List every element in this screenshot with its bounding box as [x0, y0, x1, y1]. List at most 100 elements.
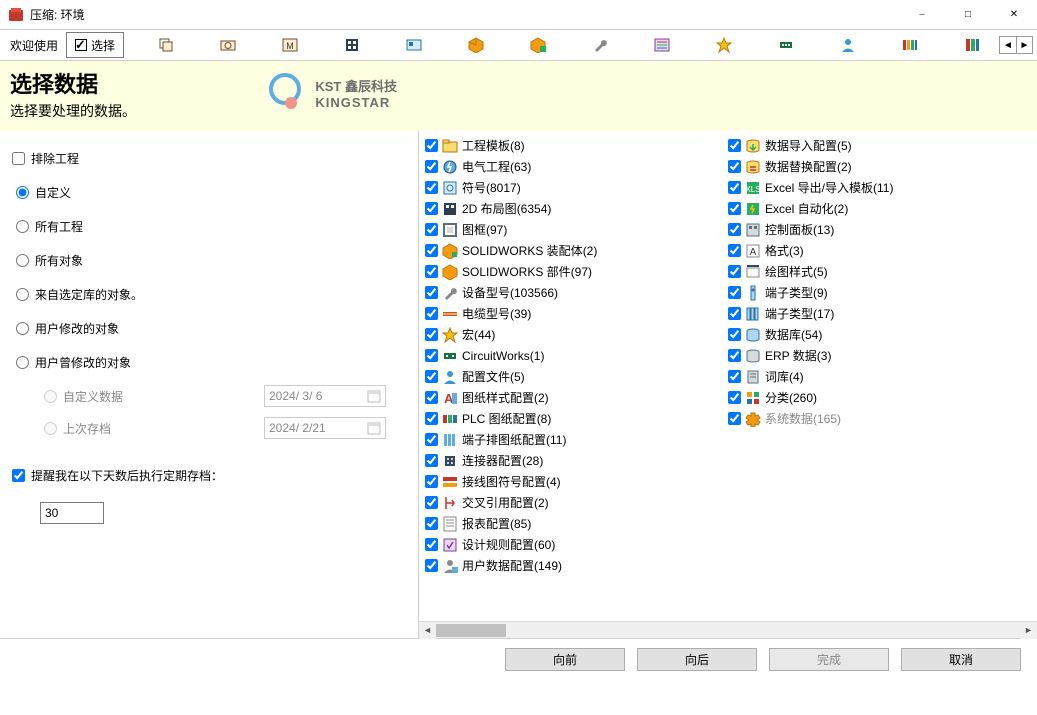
reminder-checkbox[interactable]: [12, 469, 25, 482]
tree-item[interactable]: 数据库 (54): [728, 324, 1031, 345]
scroll-right-icon[interactable]: ►: [1020, 622, 1037, 639]
toolbar-icon-list[interactable]: [642, 32, 682, 58]
tree-item-checkbox[interactable]: [728, 223, 741, 236]
tree-item[interactable]: 连接器配置 (28): [425, 450, 728, 471]
tree-item-checkbox[interactable]: [425, 223, 438, 236]
tree-item[interactable]: ERP 数据 (3): [728, 345, 1031, 366]
tree-item[interactable]: 数据导入配置 (5): [728, 135, 1031, 156]
exclude-project-checkbox[interactable]: [12, 152, 25, 165]
tree-item[interactable]: 系统数据 (165): [728, 408, 1031, 429]
toolbar-icon-box2[interactable]: [518, 32, 558, 58]
tree-item-checkbox[interactable]: [425, 496, 438, 509]
tree-item[interactable]: 图框 (97): [425, 219, 728, 240]
tree-item[interactable]: 电气工程 (63): [425, 156, 728, 177]
tree-item-checkbox[interactable]: [425, 265, 438, 278]
toolbar-icon-star[interactable]: [704, 32, 744, 58]
toolbar-icon-m[interactable]: M: [270, 32, 310, 58]
tree-item-checkbox[interactable]: [728, 412, 741, 425]
tree-item[interactable]: 交叉引用配置 (2): [425, 492, 728, 513]
tree-item[interactable]: 词库 (4): [728, 366, 1031, 387]
toolbar-icon-image[interactable]: [394, 32, 434, 58]
toolbar-icon-books[interactable]: [952, 32, 992, 58]
tab-select[interactable]: 选择: [66, 32, 124, 58]
tree-item-checkbox[interactable]: [728, 160, 741, 173]
maximize-button[interactable]: □: [945, 0, 991, 30]
tree-item[interactable]: 电缆型号 (39): [425, 303, 728, 324]
tree-item-checkbox[interactable]: [425, 559, 438, 572]
tree-item-checkbox[interactable]: [425, 454, 438, 467]
tree-item[interactable]: 宏 (44): [425, 324, 728, 345]
tree-item-checkbox[interactable]: [425, 412, 438, 425]
nav-next-icon[interactable]: ►: [1016, 37, 1032, 53]
toolbar-icon-user[interactable]: [828, 32, 868, 58]
tree-item[interactable]: A格式 (3): [728, 240, 1031, 261]
tree-item[interactable]: 数据替换配置 (2): [728, 156, 1031, 177]
tree-item[interactable]: 设备型号 (103566): [425, 282, 728, 303]
toolbar-icon-box1[interactable]: [456, 32, 496, 58]
tree-item[interactable]: 分类 (260): [728, 387, 1031, 408]
tree-item-checkbox[interactable]: [425, 349, 438, 362]
tree-item-checkbox[interactable]: [425, 307, 438, 320]
tree-item[interactable]: PLC 图纸配置 (8): [425, 408, 728, 429]
tree-item-checkbox[interactable]: [425, 370, 438, 383]
tree-item[interactable]: SOLIDWORKS 部件 (97): [425, 261, 728, 282]
tree-item-checkbox[interactable]: [728, 265, 741, 278]
prev-button[interactable]: 向前: [505, 648, 625, 671]
tree-item[interactable]: 配置文件 (5): [425, 366, 728, 387]
tree-item-checkbox[interactable]: [728, 328, 741, 341]
toolbar-icon-copy[interactable]: [146, 32, 186, 58]
finish-button[interactable]: 完成: [769, 648, 889, 671]
radio-from-selected-lib[interactable]: [16, 288, 29, 301]
tree-item-checkbox[interactable]: [728, 244, 741, 257]
tree-item-checkbox[interactable]: [425, 181, 438, 194]
tree-item[interactable]: 端子类型 (17): [728, 303, 1031, 324]
tab-welcome[interactable]: 欢迎使用: [4, 37, 64, 54]
radio-user-modified[interactable]: [16, 322, 29, 335]
tree-item[interactable]: 端子类型 (9): [728, 282, 1031, 303]
tree-item[interactable]: 控制面板 (13): [728, 219, 1031, 240]
radio-all-objects[interactable]: [16, 254, 29, 267]
tree-item-checkbox[interactable]: [728, 370, 741, 383]
tree-item-checkbox[interactable]: [425, 244, 438, 257]
tree-item[interactable]: 2D 布局图 (6354): [425, 198, 728, 219]
tree-item-checkbox[interactable]: [425, 202, 438, 215]
tree-item-checkbox[interactable]: [728, 202, 741, 215]
minimize-button[interactable]: –: [899, 0, 945, 30]
tree-item-checkbox[interactable]: [425, 517, 438, 530]
toolbar-icon-wrench[interactable]: [580, 32, 620, 58]
tree-item-checkbox[interactable]: [425, 286, 438, 299]
tree-item-checkbox[interactable]: [728, 139, 741, 152]
tree-item-checkbox[interactable]: [728, 349, 741, 362]
scroll-thumb[interactable]: [436, 624, 506, 637]
tree-item[interactable]: 工程模板 (8): [425, 135, 728, 156]
tree-item[interactable]: 绘图样式 (5): [728, 261, 1031, 282]
tree-item-checkbox[interactable]: [425, 160, 438, 173]
horizontal-scrollbar[interactable]: ◄ ►: [419, 621, 1037, 638]
tree-item[interactable]: SOLIDWORKS 装配体 (2): [425, 240, 728, 261]
radio-all-projects[interactable]: [16, 220, 29, 233]
cancel-button[interactable]: 取消: [901, 648, 1021, 671]
tree-item-checkbox[interactable]: [425, 139, 438, 152]
nav-prev-icon[interactable]: ◄: [1000, 37, 1016, 53]
tree-item-checkbox[interactable]: [728, 391, 741, 404]
tree-item-checkbox[interactable]: [425, 391, 438, 404]
tree-item-checkbox[interactable]: [728, 286, 741, 299]
scroll-left-icon[interactable]: ◄: [419, 622, 436, 639]
tree-item-checkbox[interactable]: [425, 433, 438, 446]
tree-item-checkbox[interactable]: [728, 181, 741, 194]
radio-custom[interactable]: [16, 186, 29, 199]
tree-item-checkbox[interactable]: [728, 307, 741, 320]
tree-item[interactable]: 端子排图纸配置 (11): [425, 429, 728, 450]
tree-item[interactable]: 符号 (8017): [425, 177, 728, 198]
tree-item[interactable]: 报表配置 (85): [425, 513, 728, 534]
tree-item-checkbox[interactable]: [425, 538, 438, 551]
toolbar-icon-camera[interactable]: [208, 32, 248, 58]
tree-item[interactable]: 设计规则配置 (60): [425, 534, 728, 555]
tree-item[interactable]: CircuitWorks (1): [425, 345, 728, 366]
tree-item[interactable]: 用户数据配置 (149): [425, 555, 728, 576]
toolbar-icon-palette[interactable]: [890, 32, 930, 58]
tree-item[interactable]: 接线图符号配置 (4): [425, 471, 728, 492]
toolbar-icon-chip[interactable]: [766, 32, 806, 58]
days-input[interactable]: 30: [40, 502, 104, 524]
tree-item[interactable]: A图纸样式配置 (2): [425, 387, 728, 408]
